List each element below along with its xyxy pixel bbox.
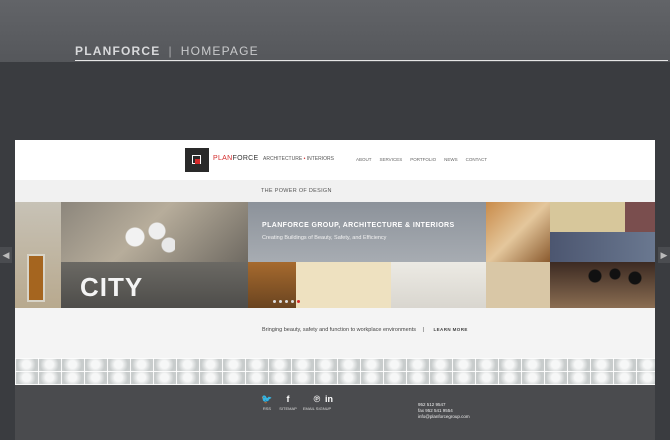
- page-title-brand: PLANFORCE: [75, 44, 161, 58]
- subheader-bar: [15, 180, 655, 202]
- hero-photo-lights: [115, 217, 175, 257]
- hero-photo-atrium: [486, 202, 550, 262]
- site-tagline: ARCHITECTURE • INTERIORS: [263, 156, 334, 162]
- nav-portfolio[interactable]: PORTFOLIO: [410, 157, 436, 162]
- site-nav: ABOUT SERVICES PORTFOLIO NEWS CONTACT: [356, 157, 487, 162]
- social-linkedin[interactable]: in: [318, 393, 340, 405]
- slider-dot[interactable]: [285, 300, 288, 303]
- social-label-email: EMAIL SIGNUP: [302, 406, 332, 411]
- facebook-icon: f: [286, 394, 290, 404]
- nav-contact[interactable]: CONTACT: [466, 157, 487, 162]
- page-title: PLANFORCE | HOMEPAGE: [75, 44, 259, 58]
- slider-dots: [273, 300, 300, 303]
- footer-email[interactable]: info@planforcegroup.com: [418, 414, 470, 420]
- hero-subheading: Creating Buildings of Beauty, Safety, an…: [262, 235, 387, 241]
- logo-suffix: FORCE: [232, 155, 259, 162]
- title-divider: [75, 60, 668, 61]
- logo-prefix: PLAN: [213, 155, 233, 162]
- tagline-left: ARCHITECTURE: [263, 156, 303, 162]
- social-label-rss: RSS: [262, 406, 272, 411]
- slider-dot[interactable]: [291, 300, 294, 303]
- hero-photo-blue-panel: [550, 232, 655, 262]
- hero-caption-panel: [248, 202, 486, 262]
- intro-text: Bringing beauty, safety and function to …: [262, 327, 416, 333]
- website-screenshot: PLANFORCE ARCHITECTURE • INTERIORS ABOUT…: [15, 140, 655, 440]
- chevron-right-icon: ▶: [660, 250, 668, 260]
- tagline-dot: •: [303, 156, 306, 162]
- hero-photo-brick: [550, 202, 625, 232]
- hero-photo-door-panel: [27, 254, 45, 302]
- previous-slide-button[interactable]: ◀: [0, 247, 12, 263]
- hero-photo-pendant-lamps: [585, 266, 645, 286]
- twitter-icon: 🐦: [261, 394, 273, 404]
- site-logo-text[interactable]: PLANFORCE: [213, 155, 259, 162]
- page-title-separator: |: [168, 44, 173, 58]
- slider-dot[interactable]: [273, 300, 276, 303]
- nav-services[interactable]: SERVICES: [380, 157, 403, 162]
- next-slide-button[interactable]: ▶: [658, 247, 670, 263]
- intro-statement: Bringing beauty, safety and function to …: [262, 327, 468, 333]
- learn-more-link[interactable]: LEARN MORE: [434, 327, 468, 332]
- hero-heading: PLANFORCE GROUP, ARCHITECTURE & INTERIOR…: [262, 222, 455, 229]
- chevron-left-icon: ◀: [2, 250, 10, 260]
- intro-separator: |: [422, 327, 424, 333]
- page-title-section: HOMEPAGE: [180, 44, 259, 58]
- city-sign-text: CITY: [80, 272, 144, 302]
- site-footer: 🐦 RSS f SITEMAP ℗ EMAIL SIGNUP in 952 51…: [15, 385, 655, 440]
- hero-photo-car-sketch: [391, 262, 486, 308]
- tagline-right: INTERIORS: [306, 156, 334, 162]
- social-label-sitemap: SITEMAP: [279, 406, 297, 411]
- hero-photo-window: [625, 202, 655, 232]
- planforce-logo-icon[interactable]: [185, 148, 209, 172]
- footer-contact: 952 512 9547 fax 952 541 9554 info@planf…: [418, 402, 470, 420]
- hero-photo-cafe: [486, 262, 550, 308]
- intro-band: [15, 308, 655, 358]
- slider-dot-active[interactable]: [297, 300, 300, 303]
- power-of-design-text: THE POWER OF DESIGN: [261, 188, 332, 194]
- nav-news[interactable]: NEWS: [444, 157, 458, 162]
- glass-block-banner: [15, 358, 655, 385]
- social-sitemap[interactable]: f SITEMAP: [277, 393, 299, 411]
- social-rss[interactable]: 🐦 RSS: [256, 393, 278, 411]
- hero-photo-wall: [296, 262, 391, 308]
- site-header: PLANFORCE ARCHITECTURE • INTERIORS ABOUT…: [15, 140, 655, 180]
- slider-dot[interactable]: [279, 300, 282, 303]
- nav-about[interactable]: ABOUT: [356, 157, 372, 162]
- linkedin-icon: in: [325, 394, 333, 404]
